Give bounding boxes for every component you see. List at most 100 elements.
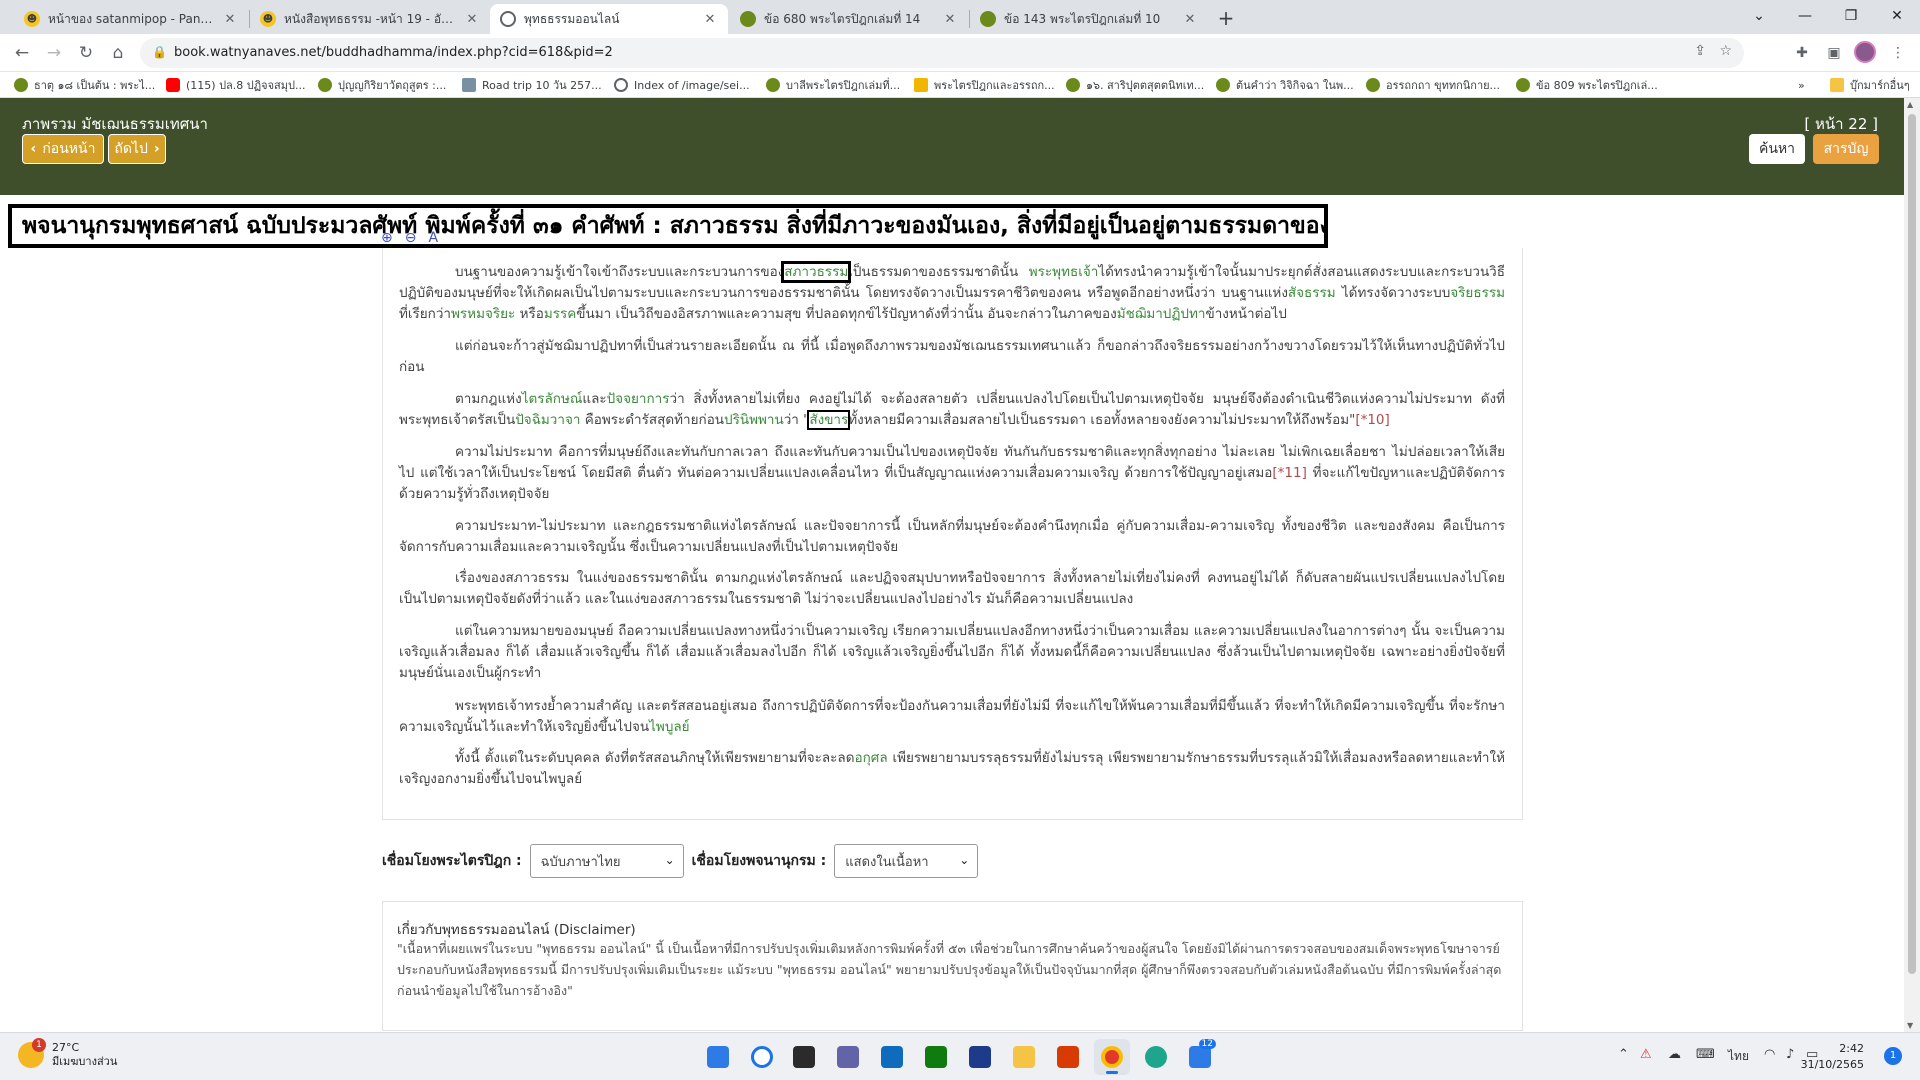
chrome-app[interactable] [1094,1039,1130,1075]
restore-icon[interactable]: ❐ [1828,0,1874,34]
store-app[interactable]: 12 [1182,1039,1218,1075]
bookmark-item[interactable]: พระไตรปิฎกและอรรถก... [914,76,1055,94]
back-icon[interactable]: ← [8,39,36,67]
system-clock[interactable]: 2:42 31/10/2565 [1801,1041,1864,1073]
tab-buddhadhamma-book[interactable]: ☻ หนังสือพุทธธรรม -หน้า 19 - อันร์ 5 ธ.ค… [250,4,490,34]
tab-buddhadhamma-online[interactable]: พุทธธรรมออนไลน์ ✕ [490,4,728,34]
lock-icon[interactable]: 🔒 [152,45,167,59]
search-button[interactable]: ค้นหา [1749,134,1805,164]
bookmark-item[interactable]: (115) ปล.8 ปฏิจจสมุป... [166,76,306,94]
office-app[interactable] [1050,1039,1086,1075]
zoom-out-icon[interactable]: ⊖ [405,230,417,246]
bookmark-item[interactable]: Road trip 10 วัน 257... [462,76,602,94]
term-link[interactable]: ปัจฉิมวาจา [515,412,580,428]
tab-label: ข้อ 680 พระไตรปิฎกเล่มที่ 14 [764,11,921,26]
start-button[interactable] [700,1039,736,1075]
share-icon[interactable]: ⇪ [1694,43,1706,59]
chat-icon [837,1046,859,1068]
select-value: ฉบับภาษาไทย [540,854,621,870]
other-bookmarks-folder[interactable]: บุ๊กมาร์กอื่นๆ [1830,76,1910,94]
close-icon[interactable]: ✕ [702,12,718,27]
security-icon[interactable]: ⚠ [1640,1047,1652,1062]
term-link[interactable]: ปัจจยาการ [607,391,670,407]
footnote-link[interactable]: [*10] [1355,412,1389,428]
bookmark-item[interactable]: อรรถกถา ขุททกนิกาย... [1366,76,1500,94]
volume-icon[interactable]: ♪ [1786,1047,1794,1062]
minimize-icon[interactable]: — [1782,0,1828,34]
xbox-app[interactable] [918,1039,954,1075]
term-link[interactable]: พระพุทธเจ้า [1029,264,1099,280]
bookmark-star-icon[interactable]: ☆ [1719,43,1732,59]
prev-page-button[interactable]: ‹ ก่อนหน้า [22,134,104,164]
teams-chat[interactable] [830,1039,866,1075]
new-tab-button[interactable]: + [1212,4,1240,32]
zoom-in-icon[interactable]: ⊕ [381,230,393,246]
home-icon[interactable]: ⌂ [104,39,132,67]
close-icon[interactable]: ✕ [222,12,238,27]
tab-label: หน้าของ satanmipop - Pantip [48,11,216,26]
close-icon[interactable]: ✕ [464,12,480,27]
next-page-button[interactable]: ถัดไป › [108,134,166,164]
chevron-up-icon[interactable]: ⌃ [1618,1047,1629,1062]
bookmark-item[interactable]: Index of /image/sei... [614,76,750,94]
bookmarks-overflow-button[interactable]: » [1798,76,1805,94]
term-link-sankhara[interactable]: สังขาร [807,410,851,430]
address-bar[interactable]: 🔒 book.watnyanaves.net/buddhadhamma/inde… [140,38,1744,68]
font-size-icon[interactable]: A [428,230,438,246]
close-icon[interactable]: ✕ [942,12,958,27]
bookmark-item[interactable]: ปุญญกิริยาวัตถุสูตร :... [318,76,446,94]
toc-button[interactable]: สารบัญ [1813,134,1879,164]
taskbar-search[interactable] [744,1039,780,1075]
mail-app[interactable] [874,1039,910,1075]
close-icon[interactable]: ✕ [1182,12,1198,27]
input-language[interactable]: ไทย [1728,1047,1749,1066]
term-link[interactable]: มัชฌิมาปฏิปทา [1117,306,1206,322]
pen-app[interactable] [962,1039,998,1075]
weather-widget[interactable]: 1 27°C มีเมฆบางส่วน [18,1038,117,1069]
term-link[interactable]: ปรินิพพาน [724,412,784,428]
tab-pantip[interactable]: ☻ หน้าของ satanmipop - Pantip ✕ [14,4,248,34]
notification-badge[interactable]: 1 [1884,1047,1902,1065]
bookmark-item[interactable]: ธาตุ ๑๘ เป็นต้น : พระไ... [14,76,155,94]
side-panel-icon[interactable]: ▣ [1824,43,1844,63]
extensions-icon[interactable]: ✚ [1792,43,1812,63]
wifi-icon[interactable]: ◠ [1764,1047,1775,1062]
tipitaka-link-select[interactable]: ฉบับภาษาไทย ⌄ [529,844,684,878]
bookmark-item[interactable]: ต้นคำว่า วิจิกิจฉา ในพ... [1216,76,1354,94]
page-scrollbar[interactable]: ▲ ▼ [1904,98,1920,1032]
xbox-icon [925,1046,947,1068]
profile-avatar[interactable] [1854,41,1876,63]
folder-icon [1013,1046,1035,1068]
bookmark-item[interactable]: บาลีพระไตรปิฎกเล่มที่... [766,76,900,94]
term-link[interactable]: พรหมจริยะ [451,306,515,322]
url-text[interactable]: book.watnyanaves.net/buddhadhamma/index.… [174,45,613,60]
scroll-up-icon[interactable]: ▲ [1907,100,1913,109]
edge-app[interactable] [1138,1039,1174,1075]
onedrive-icon[interactable]: ☁ [1668,1047,1681,1062]
term-link[interactable]: ไตรลักษณ์ [522,391,583,407]
task-view[interactable] [786,1039,822,1075]
wat-icon [1366,78,1380,92]
dictionary-link-select[interactable]: แสดงในเนื้อหา ⌄ [834,844,979,878]
term-link[interactable]: สัจธรรม [1288,285,1336,301]
forward-icon[interactable]: → [40,39,68,67]
tab-tipitaka-143[interactable]: ข้อ 143 พระไตรปิฎกเล่มที่ 10 ✕ [970,4,1208,34]
scrollbar-thumb[interactable] [1908,114,1916,974]
term-link[interactable]: มรรค [544,306,576,322]
bookmark-item[interactable]: ๑๖. สาริปุตตสุตตนิทเท... [1066,76,1204,94]
term-link-sabhawadhamma[interactable]: สภาวธรรม [781,261,852,283]
menu-kebab-icon[interactable]: ⋮ [1888,43,1908,63]
bookmark-item[interactable]: ข้อ 809 พระไตรปิฎกเล่... [1516,76,1658,94]
footnote-link[interactable]: [*11] [1272,465,1306,481]
term-link[interactable]: จริยธรรม [1450,285,1505,301]
keyboard-icon[interactable]: ⌨ [1696,1047,1715,1062]
tab-tipitaka-680[interactable]: ข้อ 680 พระไตรปิฎกเล่มที่ 14 ✕ [730,4,968,34]
tab-search-icon[interactable]: ⌄ [1736,0,1782,34]
term-link[interactable]: อกุศล [854,750,887,766]
reload-icon[interactable]: ↻ [72,39,100,67]
term-link[interactable]: ไพบูลย์ [649,719,689,735]
breadcrumb: ภาพรวม มัชเฌนธรรมเทศนา [22,115,208,133]
scroll-down-icon[interactable]: ▼ [1907,1021,1913,1030]
file-explorer[interactable] [1006,1039,1042,1075]
close-window-icon[interactable]: ✕ [1874,0,1920,34]
